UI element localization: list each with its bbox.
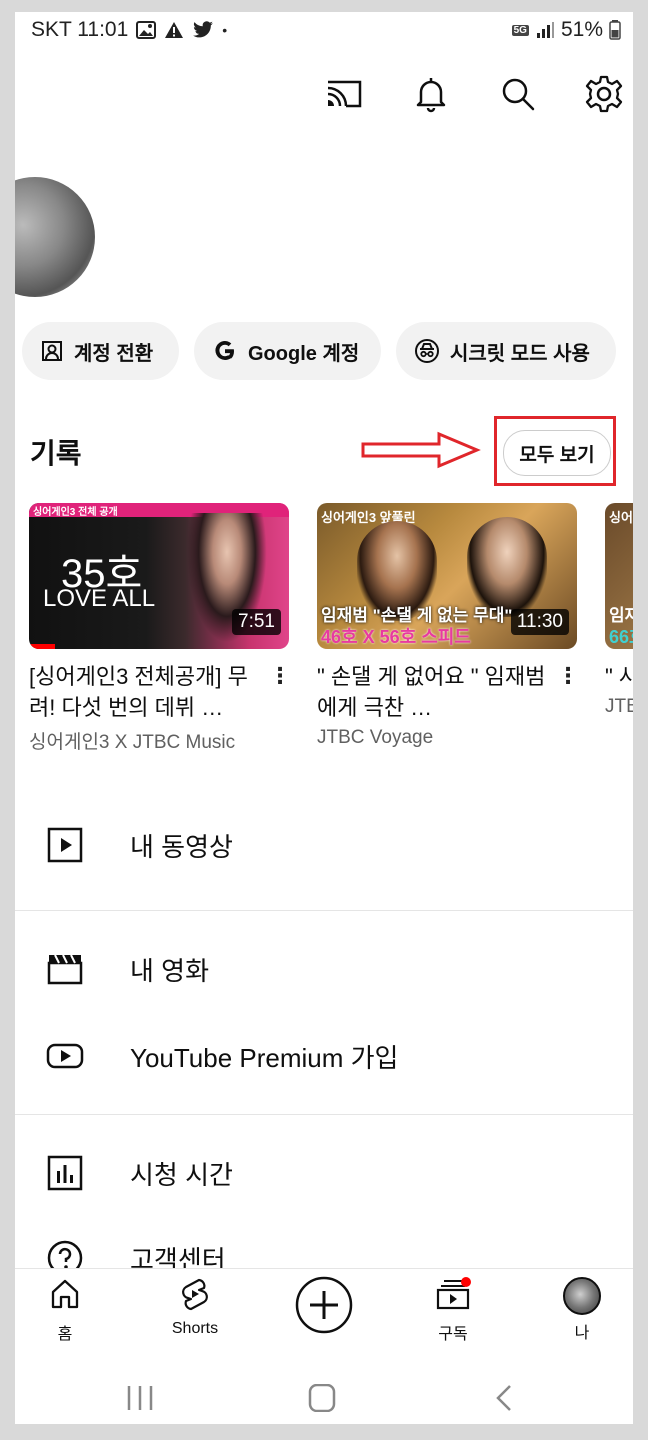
carrier-time: SKT 11:01 (31, 18, 129, 41)
bar-chart-icon (47, 1155, 83, 1191)
nav-shorts[interactable]: Shorts (150, 1277, 240, 1338)
device-frame-bottom (0, 1424, 648, 1440)
menu-label: 내 동영상 (130, 831, 233, 862)
recent-apps-icon[interactable] (125, 1384, 155, 1412)
menu-my-movies[interactable]: 내 영화 (15, 929, 633, 1009)
video-thumbnail[interactable]: 싱어게인3 앞풀린 임재범 "손댈 게 없는 무대" 46호 X 56호 스피드… (317, 503, 577, 649)
status-left: SKT 11:01 • (31, 18, 227, 42)
home-button-icon[interactable] (307, 1384, 337, 1412)
nav-subscriptions[interactable]: 구독 (408, 1277, 498, 1344)
nav-label: 구독 (438, 1326, 468, 1343)
video-thumbnail[interactable]: 싱어게인3 전체 공개 35호 LOVE ALL 7:51 (29, 503, 289, 649)
menu-label: 내 영화 (130, 955, 209, 986)
profile-avatar (563, 1277, 601, 1315)
account-switch-icon (42, 341, 62, 361)
menu-my-videos[interactable]: 내 동영상 (15, 805, 633, 885)
status-bar: SKT 11:01 • 5G 51% (15, 12, 633, 50)
nav-label: 나 (574, 1325, 590, 1342)
video-title[interactable]: " 사 " 임 (605, 661, 633, 692)
video-channel: JTBC Voyage (317, 727, 434, 748)
nav-label: 홈 (57, 1326, 73, 1343)
video-title[interactable]: " 손댈 게 없어요 " 임재범에게 극찬 … (317, 661, 553, 723)
screen: SKT 11:01 • 5G 51% 계정 전환 Google 계정 시크릿 모… (15, 12, 633, 1424)
chip-label: 계정 전환 (74, 342, 154, 365)
divider (15, 910, 633, 911)
youtube-icon (46, 1043, 84, 1069)
video-thumbnail[interactable]: 싱어게인 임재 66호 (605, 503, 633, 649)
twitter-icon (193, 21, 214, 38)
video-duration: 11:30 (510, 609, 569, 635)
nav-create[interactable] (279, 1275, 369, 1340)
network-label: 5G (511, 24, 529, 36)
thumb-top-text: 싱어게인 (609, 510, 633, 525)
settings-icon[interactable] (584, 74, 624, 114)
watch-progress-bar (29, 644, 55, 649)
chip-switch-account[interactable]: 계정 전환 (22, 322, 179, 380)
system-navigation-bar (15, 1358, 633, 1424)
play-square-icon (47, 827, 83, 863)
subscriptions-icon (436, 1277, 471, 1310)
thumb-top-text: 싱어게인3 전체 공개 (33, 507, 118, 518)
chip-label: Google 계정 (248, 342, 360, 365)
chip-label: 시크릿 모드 사용 (450, 342, 590, 365)
video-channel: 싱어게인3 X JTBC Music (29, 732, 236, 753)
clapperboard-icon (47, 954, 83, 985)
home-icon (51, 1279, 79, 1309)
profile-avatar-large[interactable] (15, 177, 95, 297)
menu-label: YouTube Premium 가입 (130, 1042, 399, 1073)
device-frame-right (633, 0, 648, 1440)
menu-youtube-premium[interactable]: YouTube Premium 가입 (15, 1016, 633, 1096)
warning-icon (165, 22, 184, 38)
nav-you[interactable]: 나 (537, 1277, 627, 1343)
cast-icon[interactable] (324, 74, 364, 114)
shorts-icon (182, 1278, 208, 1311)
gallery-icon (136, 21, 157, 39)
history-video-card[interactable]: 싱어게인3 앞풀린 임재범 "손댈 게 없는 무대" 46호 X 56호 스피드… (317, 503, 579, 749)
menu-watch-time[interactable]: 시청 시간 (15, 1133, 633, 1213)
status-right: 5G 51% (511, 18, 621, 42)
nav-label: Shorts (171, 1320, 219, 1337)
chip-incognito[interactable]: 시크릿 모드 사용 (396, 322, 616, 380)
history-title: 기록 (30, 438, 82, 469)
search-icon[interactable] (498, 74, 538, 114)
video-channel: JTBC (605, 696, 633, 717)
device-frame-top (0, 0, 648, 12)
video-duration: 7:51 (232, 609, 281, 635)
thumb-sub-text: 66호 (609, 627, 633, 647)
chip-google-account[interactable]: Google 계정 (194, 322, 381, 380)
divider (15, 1114, 633, 1115)
see-all-button[interactable]: 모두 보기 (503, 430, 611, 476)
incognito-icon (415, 339, 439, 363)
bottom-navigation: 홈 Shorts 구독 나 (15, 1268, 633, 1359)
battery-percent: 51% (560, 18, 603, 41)
more-options-icon[interactable]: ⋮ (557, 663, 579, 689)
video-title[interactable]: [싱어게인3 전체공개] 무려! 다섯 번의 데뷔 … (29, 661, 265, 723)
menu-label: 시청 시간 (130, 1159, 233, 1190)
create-icon (295, 1276, 353, 1334)
thumb-sub-text: LOVE ALL (43, 585, 156, 612)
history-video-card[interactable]: 싱어게인 임재 66호 " 사 " 임 JTBC (605, 503, 633, 718)
history-video-card[interactable]: 싱어게인3 전체 공개 35호 LOVE ALL 7:51 [싱어게인3 전체공… (29, 503, 291, 754)
dot-indicator: • (222, 22, 228, 38)
nav-home[interactable]: 홈 (20, 1277, 110, 1344)
thumb-sub-text: 46호 X 56호 스피드 (321, 627, 471, 647)
signal-icon (536, 22, 554, 38)
red-arrow-annotation (361, 431, 481, 469)
back-icon[interactable] (493, 1384, 515, 1412)
device-frame-left (0, 0, 15, 1440)
notifications-icon[interactable] (411, 74, 451, 114)
battery-icon (609, 20, 621, 40)
google-icon (215, 341, 234, 360)
more-options-icon[interactable]: ⋮ (269, 663, 291, 689)
